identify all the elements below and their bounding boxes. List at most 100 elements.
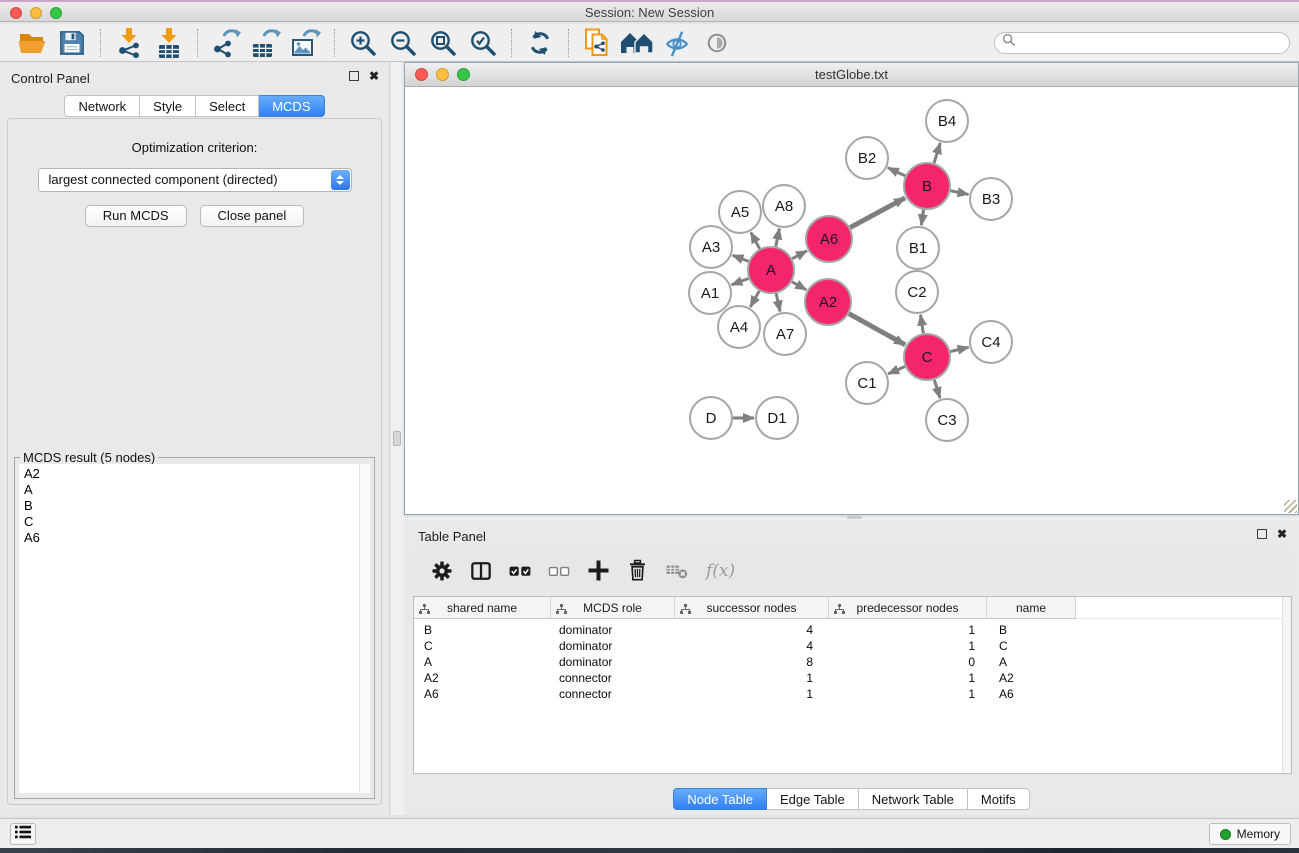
run-mcds-button[interactable]: Run MCDS bbox=[85, 205, 187, 227]
first-neighbors-icon[interactable] bbox=[617, 26, 657, 60]
search-field[interactable] bbox=[994, 32, 1290, 54]
graph-edge-C-C4[interactable] bbox=[950, 347, 968, 351]
export-table-icon[interactable] bbox=[246, 26, 286, 60]
table-cell: A bbox=[414, 654, 551, 670]
graph-edge-A-A1[interactable] bbox=[732, 278, 749, 284]
graph-edge-B-B4[interactable] bbox=[934, 143, 940, 163]
network-window-titlebar[interactable]: testGlobe.txt bbox=[405, 63, 1298, 87]
layout-refresh-icon[interactable] bbox=[520, 26, 560, 60]
splitter-grip[interactable] bbox=[393, 431, 401, 446]
mcds-result-item-a[interactable]: A bbox=[24, 482, 370, 498]
duplicate-network-icon[interactable] bbox=[577, 26, 617, 60]
open-session-icon[interactable] bbox=[12, 26, 52, 60]
tab-style[interactable]: Style bbox=[140, 95, 196, 117]
graph-edge-A6-B[interactable] bbox=[850, 198, 905, 228]
result-scrollbar[interactable] bbox=[359, 464, 370, 793]
close-panel-icon[interactable]: ✖ bbox=[369, 71, 379, 81]
memory-button[interactable]: Memory bbox=[1209, 823, 1291, 845]
import-network-icon[interactable] bbox=[109, 26, 149, 60]
show-panels-button[interactable] bbox=[10, 823, 36, 845]
tab-node-table[interactable]: Node Table bbox=[673, 788, 767, 810]
table-row[interactable]: Bdominator41B bbox=[414, 622, 1291, 638]
graph-edge-A-A2[interactable] bbox=[792, 282, 806, 290]
graph-node-label-D1: D1 bbox=[767, 410, 786, 427]
graph-edge-B-B1[interactable] bbox=[921, 210, 923, 225]
memory-label: Memory bbox=[1237, 827, 1280, 841]
network-canvas[interactable]: B4B2BB3B1A5A8A6A3AA1A2A4A7C2C4CC1C3DD1 bbox=[405, 88, 1298, 514]
tab-mcds[interactable]: MCDS bbox=[259, 95, 324, 117]
tab-network[interactable]: Network bbox=[64, 95, 140, 117]
window-resize-grip[interactable] bbox=[1284, 500, 1297, 513]
graph-edge-A-A4[interactable] bbox=[750, 291, 759, 307]
table-scrollbar[interactable] bbox=[1282, 597, 1291, 773]
table-row[interactable]: A6connector11A6 bbox=[414, 686, 1291, 702]
import-table-icon[interactable] bbox=[149, 26, 189, 60]
table-body: Bdominator41BCdominator41CAdominator80AA… bbox=[414, 619, 1291, 702]
column-header-predecessor-nodes[interactable]: predecessor nodes bbox=[829, 597, 987, 619]
show-graphics-details-icon[interactable] bbox=[697, 26, 737, 60]
column-header-mcds-role[interactable]: MCDS role bbox=[551, 597, 675, 619]
graph-node-label-A7: A7 bbox=[776, 326, 794, 343]
graph-edge-A-A3[interactable] bbox=[732, 255, 748, 261]
graph-edge-A-A7[interactable] bbox=[776, 293, 780, 311]
export-network-icon[interactable] bbox=[206, 26, 246, 60]
function-builder-icon[interactable]: f(x) bbox=[706, 561, 735, 581]
deselect-all-rows-icon[interactable] bbox=[546, 558, 572, 584]
graph-edge-A-A8[interactable] bbox=[776, 229, 780, 247]
tab-network-table[interactable]: Network Table bbox=[859, 788, 968, 810]
column-header-successor-nodes[interactable]: successor nodes bbox=[675, 597, 829, 619]
status-bar: Memory bbox=[0, 818, 1299, 848]
table-row[interactable]: A2connector11A2 bbox=[414, 670, 1291, 686]
table-row[interactable]: Adominator80A bbox=[414, 654, 1291, 670]
tab-motifs[interactable]: Motifs bbox=[968, 788, 1030, 810]
column-header-name[interactable]: name bbox=[987, 597, 1076, 619]
vertical-splitter[interactable] bbox=[391, 62, 404, 815]
add-row-icon[interactable] bbox=[585, 558, 611, 584]
save-session-icon[interactable] bbox=[52, 26, 92, 60]
mcds-result-item-b[interactable]: B bbox=[24, 498, 370, 514]
zoom-fit-icon[interactable] bbox=[423, 26, 463, 60]
export-image-icon[interactable] bbox=[286, 26, 326, 60]
close-table-panel-icon[interactable]: ✖ bbox=[1277, 529, 1287, 539]
mcds-result-item-c[interactable]: C bbox=[24, 514, 370, 530]
mcds-result-item-a6[interactable]: A6 bbox=[24, 530, 370, 546]
criterion-dropdown[interactable]: largest connected component (directed) bbox=[38, 168, 352, 192]
close-panel-button[interactable]: Close panel bbox=[200, 205, 305, 227]
zoom-selected-icon[interactable] bbox=[463, 26, 503, 60]
table-row[interactable]: Cdominator41C bbox=[414, 638, 1291, 654]
mcds-result-item-a2[interactable]: A2 bbox=[24, 466, 370, 482]
table-cell: 4 bbox=[675, 622, 829, 638]
graph-edge-C-C1[interactable] bbox=[888, 367, 905, 374]
tab-edge-table[interactable]: Edge Table bbox=[767, 788, 859, 810]
hide-graphics-details-icon[interactable] bbox=[657, 26, 697, 60]
mcds-result-list: A2ABCA6 bbox=[19, 464, 370, 793]
graph-edge-A2-C[interactable] bbox=[849, 314, 905, 345]
float-table-panel-icon[interactable] bbox=[1257, 529, 1267, 539]
zoom-in-icon[interactable] bbox=[343, 26, 383, 60]
graph-node-label-C2: C2 bbox=[907, 284, 926, 301]
delete-table-icon[interactable] bbox=[663, 558, 689, 584]
column-header-shared-name[interactable]: shared name bbox=[414, 597, 551, 619]
float-panel-icon[interactable] bbox=[349, 71, 359, 81]
zoom-out-icon[interactable] bbox=[383, 26, 423, 60]
toolbar-separator bbox=[197, 29, 198, 57]
graph-edge-B-B2[interactable] bbox=[888, 168, 905, 176]
table-cell: 1 bbox=[829, 686, 987, 702]
select-all-rows-icon[interactable] bbox=[507, 558, 533, 584]
delete-row-icon[interactable] bbox=[624, 558, 650, 584]
table-settings-icon[interactable] bbox=[429, 558, 455, 584]
column-header-filler bbox=[1076, 597, 1291, 619]
graph-edge-A-A5[interactable] bbox=[751, 232, 760, 249]
splitter-grip[interactable] bbox=[847, 516, 862, 519]
tab-select[interactable]: Select bbox=[196, 95, 259, 117]
desktop-background bbox=[0, 848, 1299, 853]
graph-edge-A-A6[interactable] bbox=[792, 251, 807, 259]
graph-edge-C-C3[interactable] bbox=[934, 380, 940, 398]
table-cell: dominator bbox=[551, 654, 675, 670]
column-header-label: predecessor nodes bbox=[856, 601, 958, 615]
graph-edge-B-B3[interactable] bbox=[951, 191, 969, 195]
show-column-icon[interactable] bbox=[468, 558, 494, 584]
graph-edge-C-C2[interactable] bbox=[920, 315, 923, 334]
graph-node-label-B1: B1 bbox=[909, 240, 927, 257]
search-input[interactable] bbox=[1016, 34, 1289, 52]
